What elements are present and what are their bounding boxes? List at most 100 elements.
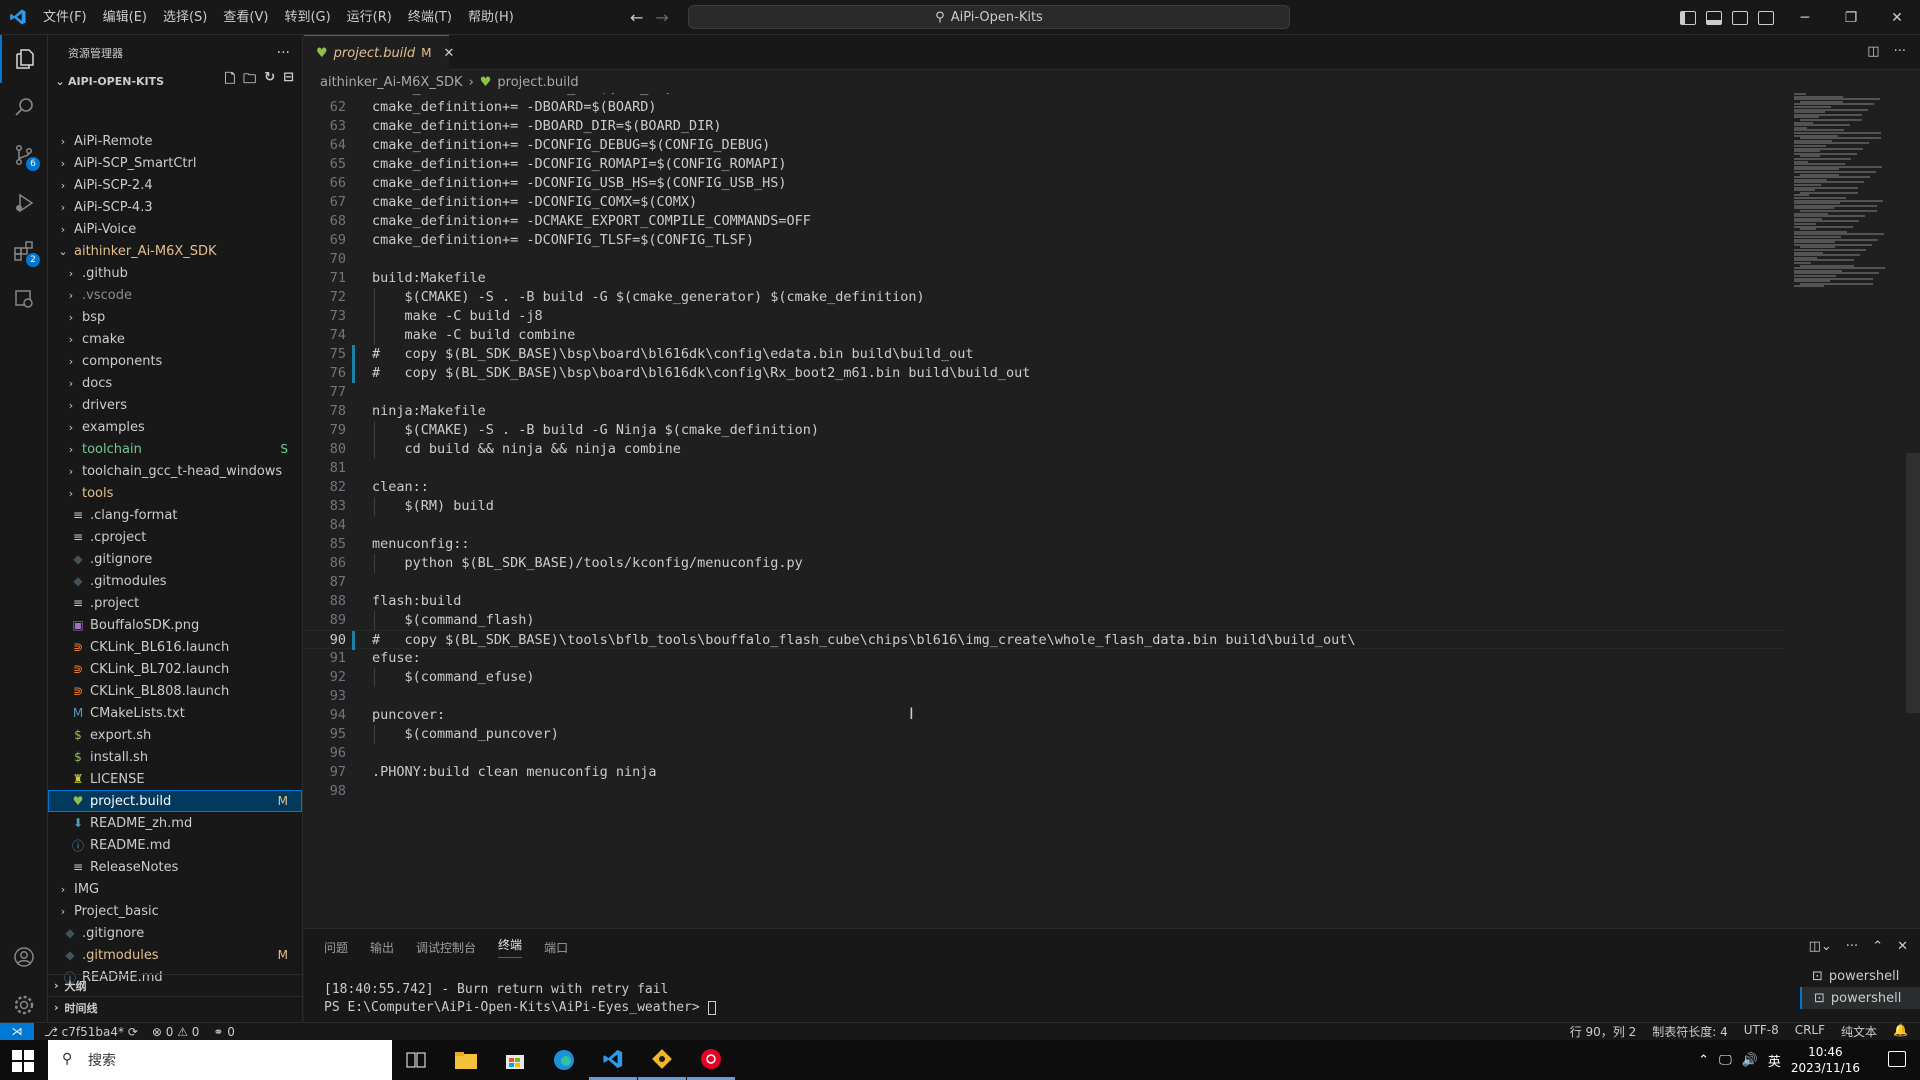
file-item[interactable]: M CMakeLists.txt [48, 702, 302, 724]
file-item[interactable]: ≡ .cproject [48, 526, 302, 548]
refresh-icon[interactable]: ↻ [264, 70, 275, 92]
minimize-icon[interactable]: ─ [1782, 0, 1828, 35]
folder-item[interactable]: › Project_basic [48, 900, 302, 922]
new-file-icon[interactable]: 🗋 [225, 70, 235, 92]
file-item[interactable]: $ export.sh [48, 724, 302, 746]
run-debug-icon[interactable] [0, 179, 48, 227]
file-item[interactable]: ⓘ README.md [48, 834, 302, 856]
folder-item[interactable]: › docs [48, 372, 302, 394]
encoding[interactable]: UTF-8 [1744, 1023, 1779, 1040]
file-item[interactable]: ≡ ReleaseNotes [48, 856, 302, 878]
folder-item[interactable]: › .vscode [48, 284, 302, 306]
file-item[interactable]: ♥ project.build M [48, 790, 302, 812]
action-center-icon[interactable] [1888, 1051, 1906, 1067]
folder-item[interactable]: › IMG [48, 878, 302, 900]
terminal-item[interactable]: ⊡ powershell [1800, 987, 1920, 1009]
tray-overflow-icon[interactable]: ⌃ [1698, 1053, 1709, 1068]
toggle-primary-sidebar-icon[interactable] [1680, 10, 1696, 25]
split-editor-icon[interactable]: ◫ [1867, 44, 1879, 59]
file-item[interactable]: ◆ .gitignore [48, 922, 302, 944]
source-control-icon[interactable]: 6 [0, 131, 48, 179]
command-center-search[interactable]: ⚲ AiPi-Open-Kits [688, 5, 1290, 29]
file-item[interactable]: ◆ .gitmodules M [48, 944, 302, 966]
menu-item[interactable]: 终端(T) [400, 0, 460, 35]
line-ending[interactable]: CRLF [1795, 1023, 1825, 1040]
tab-project-build[interactable]: ♥ project.build M ✕ [304, 35, 454, 70]
toggle-panel-icon[interactable] [1706, 10, 1722, 25]
more-actions-icon[interactable]: ··· [1846, 939, 1858, 954]
toggle-secondary-sidebar-icon[interactable] [1732, 10, 1748, 25]
file-item[interactable]: ≡ .project [48, 592, 302, 614]
notifications-bell-icon[interactable]: 🔔 [1893, 1023, 1908, 1040]
ime-indicator[interactable]: 英 [1768, 1051, 1781, 1070]
account-icon[interactable] [0, 933, 48, 981]
collapse-all-icon[interactable]: ⊟ [283, 70, 294, 92]
git-tool-icon[interactable] [638, 1040, 686, 1080]
folder-item[interactable]: › drivers [48, 394, 302, 416]
cursor-position[interactable]: 行 90，列 2 [1570, 1023, 1637, 1040]
file-item[interactable]: ▣ BouffaloSDK.png [48, 614, 302, 636]
windows-start-icon[interactable] [12, 1050, 34, 1072]
folder-item[interactable]: › toolchain S [48, 438, 302, 460]
workspace-section-header[interactable]: ⌄ AIPI-OPEN-KITS 🗋 🗀 ↻ ⊟ [48, 70, 302, 92]
more-actions-icon[interactable]: ··· [277, 45, 290, 61]
panel-tab[interactable]: 终端 [498, 936, 523, 958]
folder-item[interactable]: ⌄ aithinker_Ai-M6X_SDK [48, 240, 302, 262]
edge-browser-icon[interactable] [540, 1040, 588, 1080]
new-folder-icon[interactable]: 🗀 [243, 70, 256, 92]
menu-item[interactable]: 转到(G) [276, 0, 338, 35]
extensions-icon[interactable]: 2 [0, 227, 48, 275]
breadcrumb-folder[interactable]: aithinker_Ai-M6X_SDK [320, 75, 463, 90]
customize-layout-icon[interactable] [1758, 10, 1774, 25]
back-arrow-icon[interactable]: ← [630, 8, 643, 27]
network-icon[interactable]: 🖵 [1719, 1053, 1732, 1068]
volume-icon[interactable]: 🔊 [1742, 1053, 1758, 1068]
panel-tab[interactable]: 输出 [370, 939, 394, 956]
file-item[interactable]: ≡ .clang-format [48, 504, 302, 526]
outline-section[interactable]: › 大纲 [48, 974, 302, 996]
file-item[interactable]: ♜ LICENSE [48, 768, 302, 790]
panel-tab[interactable]: 端口 [544, 939, 568, 956]
file-explorer-icon[interactable] [442, 1040, 490, 1080]
terminal-output[interactable]: [18:40:55.742] - Burn return with retry … [324, 981, 716, 1017]
ports-status[interactable]: ⚭ 0 [213, 1025, 235, 1039]
folder-item[interactable]: › AiPi-SCP_SmartCtrl [48, 152, 302, 174]
language-mode[interactable]: 纯文本 [1841, 1023, 1877, 1040]
menu-item[interactable]: 帮助(H) [460, 0, 522, 35]
panel-tab[interactable]: 调试控制台 [416, 939, 476, 956]
more-actions-icon[interactable]: ··· [1894, 44, 1906, 59]
file-item[interactable]: ◆ .gitignore [48, 548, 302, 570]
folder-item[interactable]: › tools [48, 482, 302, 504]
folder-item[interactable]: › AiPi-SCP-2.4 [48, 174, 302, 196]
folder-item[interactable]: › AiPi-Remote [48, 130, 302, 152]
terminal-item[interactable]: ⊡ powershell [1800, 965, 1920, 987]
taskbar-search-box[interactable]: ⚲ 搜索 [48, 1040, 392, 1080]
folder-item[interactable]: › examples [48, 416, 302, 438]
file-item[interactable]: ⋑ CKLink_BL616.launch [48, 636, 302, 658]
task-view-icon[interactable] [392, 1040, 440, 1080]
remote-explorer-icon[interactable] [0, 275, 48, 323]
netease-music-icon[interactable] [687, 1040, 735, 1080]
menu-item[interactable]: 文件(F) [35, 0, 95, 35]
folder-item[interactable]: › components [48, 350, 302, 372]
menu-item[interactable]: 运行(R) [339, 0, 400, 35]
file-item[interactable]: $ install.sh [48, 746, 302, 768]
menu-item[interactable]: 选择(S) [155, 0, 215, 35]
explorer-icon[interactable] [0, 35, 48, 83]
folder-item[interactable]: › cmake [48, 328, 302, 350]
editor-scrollbar[interactable] [1906, 453, 1920, 713]
folder-item[interactable]: › AiPi-SCP-4.3 [48, 196, 302, 218]
menu-item[interactable]: 编辑(E) [95, 0, 155, 35]
maximize-panel-icon[interactable]: ⌃ [1872, 939, 1883, 954]
panel-tab[interactable]: 问题 [324, 939, 348, 956]
file-item[interactable]: ⋑ CKLink_BL808.launch [48, 680, 302, 702]
timeline-section[interactable]: › 时间线 [48, 996, 302, 1018]
file-item[interactable]: ⬇ README_zh.md [48, 812, 302, 834]
forward-arrow-icon[interactable]: → [655, 8, 668, 27]
branch-status[interactable]: ⎇ c7f51ba4* ⟳ [44, 1025, 138, 1039]
breadcrumb-file[interactable]: project.build [497, 75, 578, 90]
clock[interactable]: 10:46 2023/11/16 [1791, 1044, 1860, 1076]
vscode-taskbar-icon[interactable] [589, 1040, 637, 1080]
tab-size[interactable]: 制表符长度: 4 [1652, 1023, 1728, 1040]
tab-close-icon[interactable]: ✕ [444, 46, 455, 61]
